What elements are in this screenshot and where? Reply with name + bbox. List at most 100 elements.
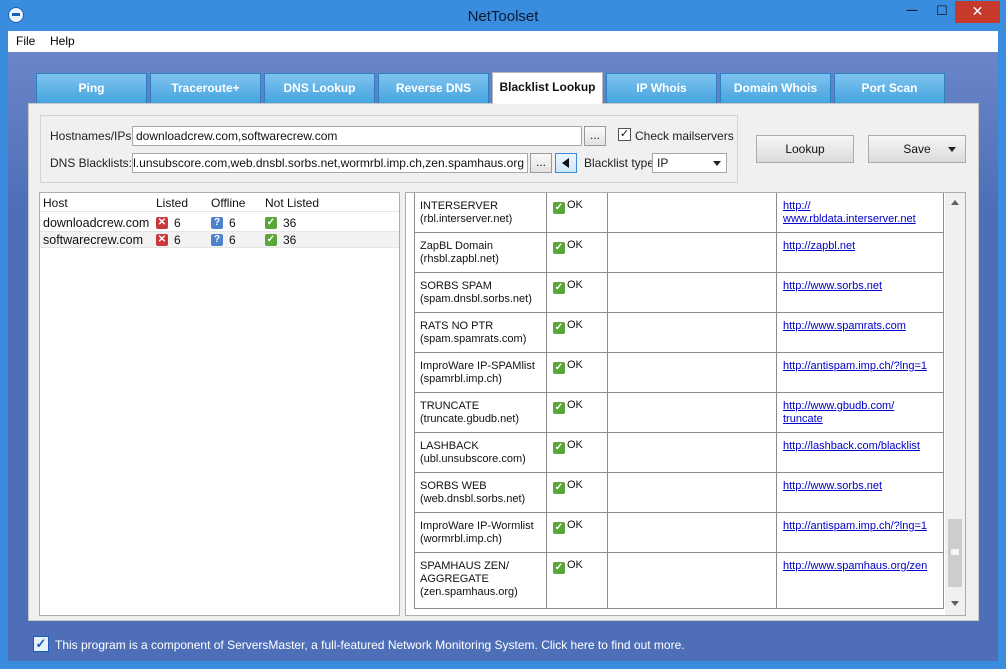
column-listed[interactable]: Listed <box>156 196 188 210</box>
not-listed-count: 36 <box>283 216 297 230</box>
listed-count: 6 <box>174 233 181 247</box>
blacklist-link[interactable]: http://www.sorbs.net <box>783 480 941 493</box>
column-host[interactable]: Host <box>43 196 68 210</box>
blacklist-link[interactable]: http://www.gbudb.com/ truncate <box>783 400 941 426</box>
blacklist-status: ✓ OK <box>553 399 583 414</box>
blacklist-row[interactable]: RATS NO PTR (spam.spamrats.com) ✓ OK http:/… <box>415 313 943 353</box>
blacklist-link[interactable]: http:// www.rbldata.interserver.net <box>783 200 941 226</box>
tab-traceroute[interactable]: Traceroute+ <box>150 73 261 103</box>
chevron-down-icon <box>948 147 956 152</box>
blacklist-link[interactable]: http://www.spamrats.com <box>783 320 941 333</box>
title-bar: NetToolset ─ ☐ ✕ <box>0 0 1006 31</box>
listed-count: 6 <box>174 216 181 230</box>
tab-port-scan[interactable]: Port Scan <box>834 73 945 103</box>
host-name: softwarecrew.com <box>43 233 144 247</box>
blacklist-row[interactable]: TRUNCATE (truncate.gbudb.net) ✓ OK http://w… <box>415 393 943 433</box>
blacklist-status: ✓ OK <box>553 479 583 494</box>
blacklist-status: ✓ OK <box>553 319 583 334</box>
menu-bar: File Help <box>8 31 998 52</box>
blacklist-link[interactable]: http://antispam.imp.ch/?lng=1 <box>783 520 941 533</box>
minimize-button[interactable]: ─ <box>895 1 929 23</box>
scroll-thumb[interactable] <box>948 519 962 587</box>
vertical-scrollbar[interactable] <box>945 193 965 615</box>
save-button[interactable]: Save <box>868 135 966 163</box>
hostnames-input[interactable]: downloadcrew.com,softwarecrew.com <box>132 126 582 146</box>
host-row[interactable]: softwarecrew.com ✕ 6 ? 6 ✓ 36 <box>40 231 399 248</box>
blacklist-status-text: OK <box>567 439 583 451</box>
dns-blacklists-label: DNS Blacklists: <box>50 156 133 170</box>
host-name: downloadcrew.com <box>43 216 150 230</box>
blacklist-link[interactable]: http://lashback.com/blacklist <box>783 440 941 453</box>
offline-icon: ? <box>211 217 223 229</box>
blacklist-name: TRUNCATE (truncate.gbudb.net) <box>420 400 520 425</box>
blacklist-name: INTERSERVER (rbl.interserver.net) <box>420 200 513 225</box>
listed-icon: ✕ <box>156 234 168 246</box>
not-listed-count: 36 <box>283 233 297 247</box>
lookup-button[interactable]: Lookup <box>756 135 854 163</box>
blacklist-name: SORBS SPAM (spam.dnsbl.sorbs.net) <box>420 280 532 305</box>
blacklist-status: ✓ OK <box>553 519 583 534</box>
not-listed-icon: ✓ <box>265 217 277 229</box>
chevron-down-icon <box>713 161 721 166</box>
offline-count: 6 <box>229 233 236 247</box>
blacklist-type-select[interactable]: IP <box>652 153 727 173</box>
ok-check-icon: ✓ <box>553 322 565 334</box>
check-mailservers-checkbox[interactable]: ✓ <box>618 128 631 141</box>
blacklist-link[interactable]: http://www.sorbs.net <box>783 280 941 293</box>
footer-promo-link[interactable]: This program is a component of ServersMa… <box>55 638 685 652</box>
blacklist-name: SPAMHAUS ZEN/ AGGREGATE (zen.spamhaus.or… <box>420 560 518 598</box>
blacklist-results-panel[interactable]: INTERSERVER (rbl.interserver.net) ✓ OK http… <box>405 192 966 616</box>
menu-file[interactable]: File <box>16 34 35 48</box>
blacklist-row[interactable]: INTERSERVER (rbl.interserver.net) ✓ OK http… <box>415 193 943 233</box>
hostnames-browse-button[interactable]: ... <box>584 126 606 146</box>
ok-check-icon: ✓ <box>553 362 565 374</box>
blacklist-row[interactable]: LASHBACK (ubl.unsubscore.com) ✓ OK http://l… <box>415 433 943 473</box>
menu-help[interactable]: Help <box>50 34 75 48</box>
blacklist-link[interactable]: http://zapbl.net <box>783 240 941 253</box>
dns-blacklists-browse-button[interactable]: ... <box>530 153 552 173</box>
host-row[interactable]: downloadcrew.com ✕ 6 ? 6 ✓ 36 <box>40 214 399 231</box>
tab-ip-whois[interactable]: IP Whois <box>606 73 717 103</box>
blacklist-row[interactable]: ZapBL Domain (rhsbl.zapbl.net) ✓ OK http://… <box>415 233 943 273</box>
scroll-up-icon[interactable] <box>951 200 959 205</box>
blacklist-status-text: OK <box>567 479 583 491</box>
dns-blacklists-input[interactable]: net,ubl.unsubscore.com,web.dnsbl.sorbs.n… <box>132 153 528 173</box>
column-not-listed[interactable]: Not Listed <box>265 196 319 210</box>
blacklist-name: ImproWare IP-Wormlist (wormrbl.imp.ch) <box>420 520 534 545</box>
blacklist-status-text: OK <box>567 199 583 211</box>
tab-blacklist-lookup[interactable]: Blacklist Lookup <box>492 72 603 104</box>
ok-check-icon: ✓ <box>553 402 565 414</box>
blacklist-link[interactable]: http://www.spamhaus.org/zen <box>783 560 941 573</box>
tab-ping[interactable]: Ping <box>36 73 147 103</box>
tab-domain-whois[interactable]: Domain Whois <box>720 73 831 103</box>
blacklist-name: LASHBACK (ubl.unsubscore.com) <box>420 440 526 465</box>
ok-check-icon: ✓ <box>553 522 565 534</box>
blacklist-row[interactable]: SORBS SPAM (spam.dnsbl.sorbs.net) ✓ OK http… <box>415 273 943 313</box>
close-button[interactable]: ✕ <box>955 1 1000 23</box>
column-offline[interactable]: Offline <box>211 196 245 210</box>
blacklist-status: ✓ OK <box>553 439 583 454</box>
blacklist-row[interactable]: SORBS WEB (web.dnsbl.sorbs.net) ✓ OK http:/… <box>415 473 943 513</box>
blacklist-status: ✓ OK <box>553 279 583 294</box>
ok-check-icon: ✓ <box>553 202 565 214</box>
blacklist-status: ✓ OK <box>553 239 583 254</box>
blacklist-status: ✓ OK <box>553 359 583 374</box>
save-label: Save <box>903 142 931 156</box>
footer-checkbox[interactable]: ✓ <box>33 636 49 652</box>
blacklist-row[interactable]: ImproWare IP-Wormlist (wormrbl.imp.ch) ✓ O… <box>415 513 943 553</box>
blacklist-status-text: OK <box>567 559 583 571</box>
blacklist-link[interactable]: http://antispam.imp.ch/?lng=1 <box>783 360 941 373</box>
hostnames-label: Hostnames/IPs: <box>50 129 135 143</box>
maximize-button[interactable]: ☐ <box>929 1 955 23</box>
ok-check-icon: ✓ <box>553 562 565 574</box>
ok-check-icon: ✓ <box>553 242 565 254</box>
collapse-arrow-button[interactable] <box>555 153 577 173</box>
blacklist-row[interactable]: ImproWare IP-SPAMlist (spamrbl.imp.ch) ✓ O… <box>415 353 943 393</box>
blacklist-status-text: OK <box>567 399 583 411</box>
tab-dns-lookup[interactable]: DNS Lookup <box>264 73 375 103</box>
hosts-list[interactable]: Host Listed Offline Not Listed downloadc… <box>39 192 400 616</box>
blacklist-status-text: OK <box>567 279 583 291</box>
blacklist-row[interactable]: SPAMHAUS ZEN/ AGGREGATE (zen.spamhaus.or… <box>415 553 943 609</box>
scroll-down-icon[interactable] <box>951 601 959 606</box>
tab-reverse-dns[interactable]: Reverse DNS <box>378 73 489 103</box>
